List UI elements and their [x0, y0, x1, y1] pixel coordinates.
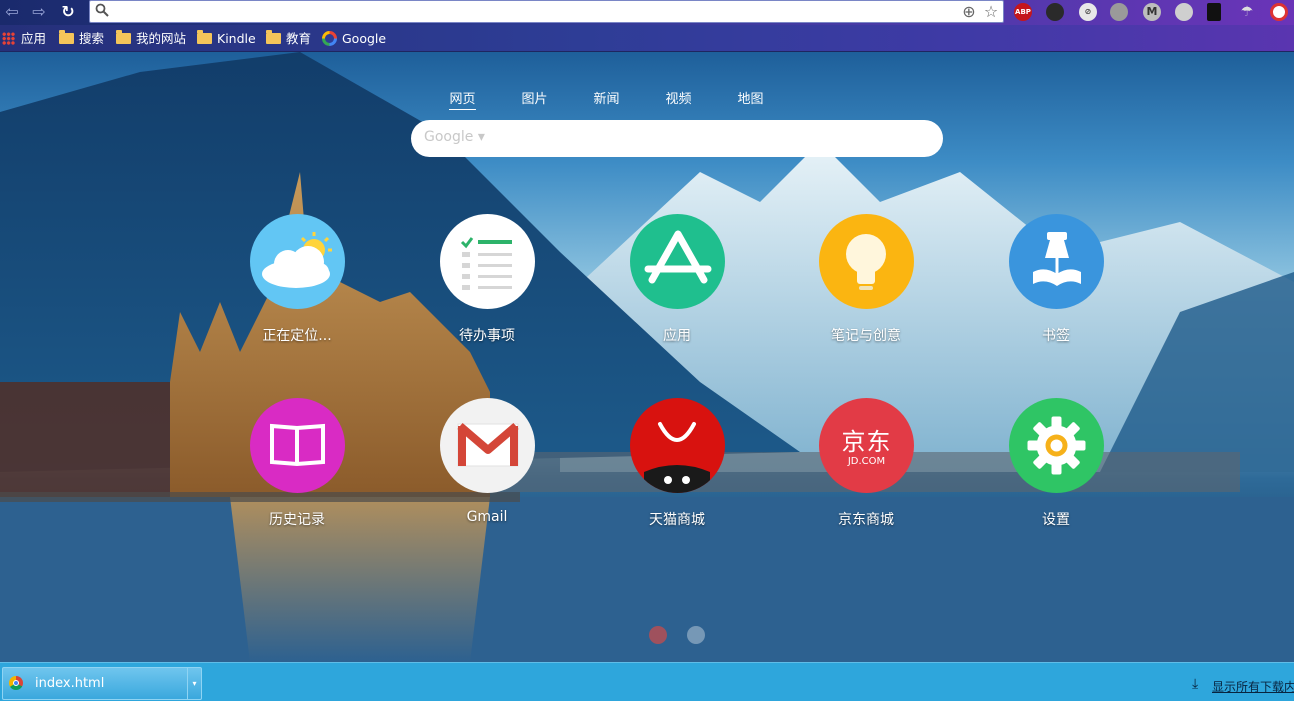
settings-gear-icon [1009, 398, 1104, 493]
address-bar[interactable]: ⊕ ☆ [89, 0, 1004, 23]
search-tab-video[interactable]: 视频 [665, 90, 692, 110]
tile-settings[interactable]: 设置 [981, 398, 1131, 548]
folder-icon [116, 30, 131, 44]
browser-toolbar: ⇦ ⇨ ↻ ⊕ ☆ ABP ⊘ M ☂ [0, 0, 1294, 25]
tile-label: 待办事项 [459, 328, 515, 344]
gray-extension-icon[interactable] [1175, 3, 1193, 21]
gmail-icon [440, 398, 535, 493]
tile-jd[interactable]: 京东 JD.COM 京东商城 [791, 398, 941, 548]
history-book-icon [250, 398, 345, 493]
tile-bookmarks[interactable]: 书签 [981, 214, 1131, 364]
tile-notes[interactable]: 笔记与创意 [791, 214, 941, 364]
bookmark-pin-icon [1009, 214, 1104, 309]
m-extension-icon[interactable]: M [1143, 3, 1161, 21]
chrome-file-icon [9, 676, 23, 690]
download-item[interactable]: index.html ▾ [2, 667, 202, 700]
page-dot-1[interactable] [649, 626, 667, 644]
search-tab-news[interactable]: 新闻 [593, 90, 620, 110]
search-icon [95, 3, 109, 17]
app-store-icon [630, 214, 725, 309]
extension-dark-icon[interactable] [1046, 3, 1064, 21]
page-dot-2[interactable] [687, 626, 705, 644]
tile-label: 历史记录 [269, 512, 325, 528]
tile-label: 正在定位... [262, 328, 332, 344]
search-tab-maps[interactable]: 地图 [737, 90, 764, 110]
back-arrow-icon[interactable]: ⇦ [2, 2, 22, 22]
folder-icon [59, 30, 74, 44]
folder-icon [197, 30, 212, 44]
counter-extension-icon[interactable] [1207, 3, 1221, 21]
bookmark-folder-education[interactable]: 教育 [266, 30, 311, 48]
lightbulb-icon [819, 214, 914, 309]
umbrella-extension-icon[interactable]: ☂ [1238, 3, 1256, 21]
tile-label: 笔记与创意 [831, 328, 901, 344]
tile-weather[interactable]: 正在定位... [222, 214, 372, 364]
search-input[interactable]: Google ▾ [411, 120, 943, 157]
extension-badge-icon[interactable] [1270, 3, 1288, 21]
bookmark-apps[interactable]: 应用 [2, 30, 46, 48]
tile-label: 应用 [663, 328, 691, 344]
apps-grid-icon [2, 32, 15, 45]
bookmarks-bar: 应用 搜索 我的网站 Kindle 教育 Google [0, 25, 1294, 52]
bookmark-star-icon[interactable]: ☆ [982, 3, 1000, 21]
bookmark-folder-my-sites[interactable]: 我的网站 [116, 30, 186, 48]
search-tab-images[interactable]: 图片 [521, 90, 548, 110]
tile-gmail[interactable]: Gmail [412, 398, 562, 548]
weather-icon [250, 214, 345, 309]
tile-apps[interactable]: 应用 [602, 214, 752, 364]
adblock-extension-icon[interactable]: ABP [1014, 3, 1032, 21]
bookmark-folder-search[interactable]: 搜索 [59, 30, 104, 48]
download-file-name: index.html [35, 676, 105, 691]
compass-extension-icon[interactable]: ⊘ [1079, 3, 1097, 21]
show-all-downloads-link[interactable]: 显示所有下载内 [1212, 678, 1294, 695]
cloud-extension-icon[interactable] [1110, 3, 1128, 21]
tmall-icon [630, 398, 725, 493]
location-target-icon[interactable]: ⊕ [960, 3, 978, 21]
bookmark-google[interactable]: Google [322, 30, 386, 48]
google-icon [322, 31, 337, 46]
tile-label: Gmail [466, 509, 508, 525]
download-icon: ⤓ [1192, 676, 1199, 692]
tile-label: 书签 [1042, 328, 1070, 344]
jd-icon: 京东 JD.COM [819, 398, 914, 493]
download-bar: index.html ▾ ⤓ 显示所有下载内 [0, 662, 1294, 701]
chevron-down-icon[interactable]: ▾ [187, 668, 201, 699]
search-tab-web[interactable]: 网页 [449, 90, 476, 110]
tile-label: 京东商城 [838, 512, 894, 528]
jd-logo-subtext: JD.COM [847, 456, 886, 467]
search-engine-selector[interactable]: Google ▾ [424, 129, 485, 145]
forward-arrow-icon[interactable]: ⇨ [29, 2, 49, 22]
tile-label: 天猫商城 [649, 512, 705, 528]
tile-history[interactable]: 历史记录 [222, 398, 372, 548]
new-tab-page: 网页 图片 新闻 视频 地图 Google ▾ 正在定位... 待办事项 应用 … [0, 52, 1294, 662]
tile-tmall[interactable]: 天猫商城 [602, 398, 752, 548]
folder-icon [266, 30, 281, 44]
jd-logo-text: 京东 [841, 428, 892, 456]
todo-list-icon [440, 214, 535, 309]
tile-todo[interactable]: 待办事项 [412, 214, 562, 364]
reload-icon[interactable]: ↻ [58, 2, 78, 22]
tile-label: 设置 [1042, 512, 1070, 528]
bookmark-folder-kindle[interactable]: Kindle [197, 30, 256, 48]
